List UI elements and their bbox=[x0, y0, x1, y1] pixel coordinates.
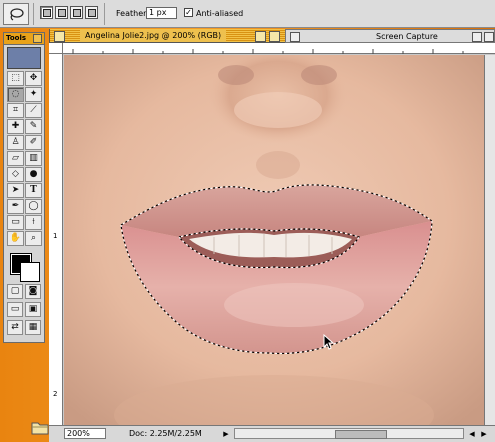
face-photo bbox=[64, 55, 484, 425]
dodge-tool-icon[interactable]: ● bbox=[25, 167, 42, 182]
tools-palette: Tools ⬚ ✥ ◌ ✦ ⌗ ⟋ ✚ ✎ ♙ ✐ ▱ ▥ ◇ ● ➤ T ✒ … bbox=[3, 32, 45, 343]
ruler-mark: 2 bbox=[53, 390, 58, 398]
vertical-scrollbar[interactable] bbox=[484, 55, 495, 425]
document-title: Angelina Jolie2.jpg @ 200% (RGB) bbox=[80, 30, 227, 42]
zoom-box[interactable] bbox=[472, 32, 482, 42]
status-bar: 200% Doc: 2.25M/2.25M ▶ ◀ ▶ bbox=[49, 425, 495, 442]
quick-mask-mode-icon[interactable]: ◙ bbox=[25, 284, 41, 299]
feather-input[interactable]: 1 px bbox=[146, 7, 177, 19]
scroll-right-arrow-icon[interactable]: ▶ bbox=[479, 429, 489, 439]
separator bbox=[104, 3, 105, 25]
jump-to-imageready-icon[interactable]: ⇄ bbox=[7, 320, 23, 335]
feather-label: Feather: bbox=[116, 9, 149, 18]
full-screen-mode-icon[interactable]: ▣ bbox=[25, 302, 41, 317]
zoom-box[interactable] bbox=[255, 31, 266, 42]
separator bbox=[33, 3, 34, 25]
options-bar: Feather: 1 px ✓ Anti-aliased bbox=[0, 0, 495, 28]
scroll-left-arrow-icon[interactable]: ◀ bbox=[467, 429, 477, 439]
zoom-tool-icon[interactable]: ⌕ bbox=[25, 231, 42, 246]
healing-brush-tool-icon[interactable]: ✚ bbox=[7, 119, 24, 134]
pen-tool-icon[interactable]: ✒ bbox=[7, 199, 24, 214]
shape-tool-icon[interactable]: ◯ bbox=[25, 199, 42, 214]
hand-tool-icon[interactable]: ✋ bbox=[7, 231, 24, 246]
marquee-tool-icon[interactable]: ⬚ bbox=[7, 71, 24, 86]
crop-tool-icon[interactable]: ⌗ bbox=[7, 103, 24, 118]
vertical-ruler[interactable]: 1 2 bbox=[49, 54, 63, 425]
doc-size-info: Doc: 2.25M/2.25M bbox=[129, 429, 202, 438]
lasso-tool-preset[interactable] bbox=[3, 3, 29, 25]
background-color-swatch[interactable] bbox=[20, 262, 40, 282]
gradient-tool-icon[interactable]: ▥ bbox=[25, 151, 42, 166]
clone-stamp-tool-icon[interactable]: ♙ bbox=[7, 135, 24, 150]
ruler-mark: 1 bbox=[53, 232, 58, 240]
collapse-box[interactable] bbox=[269, 31, 280, 42]
horizontal-ruler[interactable] bbox=[63, 43, 495, 54]
antialiased-checkbox[interactable]: ✓ bbox=[184, 8, 193, 17]
close-box[interactable] bbox=[290, 32, 300, 42]
subtract-from-selection-button[interactable] bbox=[70, 6, 83, 19]
standard-screen-mode-icon[interactable]: ▭ bbox=[7, 302, 23, 317]
preview-icon[interactable]: ▦ bbox=[25, 320, 41, 335]
info-menu-arrow-icon[interactable]: ▶ bbox=[221, 429, 231, 439]
color-swatches bbox=[7, 250, 41, 282]
magic-wand-tool-icon[interactable]: ✦ bbox=[25, 87, 42, 102]
tools-title-bar[interactable]: Tools bbox=[4, 33, 44, 45]
collapse-box[interactable] bbox=[33, 34, 42, 43]
blur-tool-icon[interactable]: ◇ bbox=[7, 167, 24, 182]
slice-tool-icon[interactable]: ⟋ bbox=[25, 103, 42, 118]
zoom-field[interactable]: 200% bbox=[64, 428, 106, 439]
antialiased-label: Anti-aliased bbox=[196, 9, 244, 18]
lasso-tool-icon[interactable]: ◌ bbox=[7, 87, 24, 102]
new-selection-button[interactable] bbox=[40, 6, 53, 19]
screen-capture-title: Screen Capture bbox=[376, 32, 438, 41]
standard-mode-icon[interactable]: ▢ bbox=[7, 284, 23, 299]
image-canvas[interactable] bbox=[64, 55, 484, 425]
move-tool-icon[interactable]: ✥ bbox=[25, 71, 42, 86]
type-tool-icon[interactable]: T bbox=[25, 183, 42, 198]
tools-title: Tools bbox=[6, 34, 27, 42]
arrow-cursor-icon bbox=[323, 334, 335, 350]
brush-tool-icon[interactable]: ✎ bbox=[25, 119, 42, 134]
screen-capture-window[interactable]: Screen Capture bbox=[285, 29, 495, 43]
horizontal-scrollbar[interactable] bbox=[234, 428, 464, 439]
collapse-box[interactable] bbox=[484, 32, 494, 42]
history-brush-tool-icon[interactable]: ✐ bbox=[25, 135, 42, 150]
photoshop-logo[interactable] bbox=[7, 47, 41, 69]
eyedropper-tool-icon[interactable]: ⟊ bbox=[25, 215, 42, 230]
notes-tool-icon[interactable]: ▭ bbox=[7, 215, 24, 230]
intersect-selection-button[interactable] bbox=[85, 6, 98, 19]
add-to-selection-button[interactable] bbox=[55, 6, 68, 19]
lasso-icon bbox=[10, 8, 24, 21]
ruler-origin[interactable] bbox=[49, 43, 63, 54]
scroll-thumb[interactable] bbox=[335, 430, 387, 439]
eraser-tool-icon[interactable]: ▱ bbox=[7, 151, 24, 166]
close-box[interactable] bbox=[54, 31, 65, 42]
folder-icon[interactable] bbox=[30, 418, 50, 436]
path-selection-tool-icon[interactable]: ➤ bbox=[7, 183, 24, 198]
